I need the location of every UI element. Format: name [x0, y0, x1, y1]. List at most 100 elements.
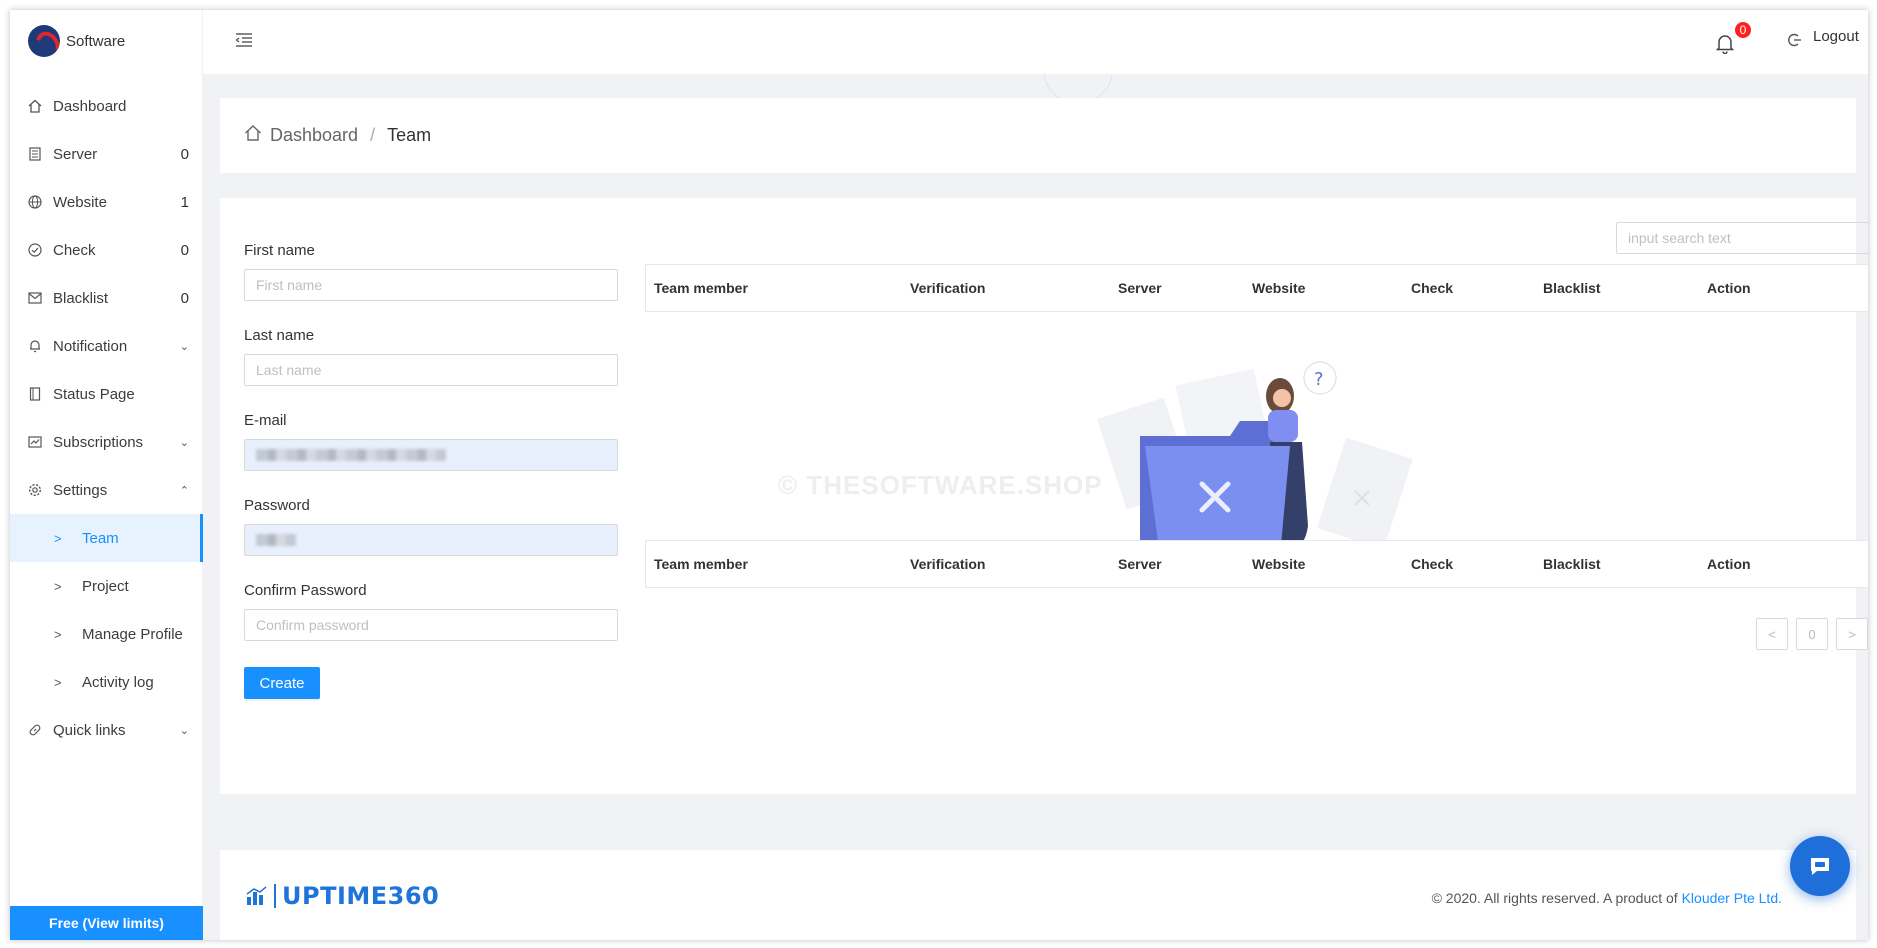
search-placeholder: input search text	[1628, 230, 1731, 246]
column-header[interactable]: Server	[1118, 556, 1162, 572]
first-name-input[interactable]: First name	[244, 269, 618, 301]
sidebar-item-count: 0	[180, 289, 189, 307]
sidebar-item-label: Settings	[53, 481, 108, 499]
sidebar-item-count: 0	[180, 145, 189, 163]
notification-count-badge: 0	[1733, 20, 1753, 40]
column-header[interactable]: Action	[1707, 280, 1751, 296]
redacted-password	[256, 534, 296, 546]
column-header[interactable]: Team member	[654, 280, 748, 296]
sidebar-subitem-activity-log[interactable]: > Activity log	[10, 658, 203, 706]
chevron-right-icon: >	[54, 578, 62, 594]
sidebar-item-label: Dashboard	[53, 97, 127, 115]
sidebar-item-settings[interactable]: Settings ⌃	[10, 466, 203, 514]
pagination-page[interactable]: 0	[1796, 618, 1828, 650]
last-name-field: Last name Last name	[244, 327, 620, 386]
chat-button[interactable]	[1790, 836, 1850, 896]
bar-chart-logo-icon	[246, 886, 267, 905]
column-header[interactable]: Check	[1411, 556, 1453, 572]
sidebar-item-label: Notification	[53, 337, 128, 355]
password-field: Password	[244, 497, 620, 556]
password-label: Password	[244, 497, 310, 514]
sidebar-item-dashboard[interactable]: Dashboard	[10, 82, 203, 130]
bell-icon	[27, 338, 43, 354]
menu-collapse-icon[interactable]	[235, 32, 253, 48]
last-name-input[interactable]: Last name	[244, 354, 618, 386]
sidebar-item-count: 1	[180, 193, 189, 211]
column-header[interactable]: Blacklist	[1543, 280, 1601, 296]
column-header[interactable]: Check	[1411, 280, 1453, 296]
confirm-password-input[interactable]: Confirm password	[244, 609, 618, 641]
link-icon	[27, 722, 43, 738]
last-name-label: Last name	[244, 327, 315, 344]
email-label: E-mail	[244, 412, 287, 429]
breadcrumb-current: Team	[387, 125, 432, 145]
watermark: © THESOFTWARE.SHOP	[778, 470, 1103, 500]
sidebar-item-server[interactable]: Server 0	[10, 130, 203, 178]
footer-logo: UPTIME360	[246, 882, 439, 910]
sidebar-menu: Dashboard Server 0 Website 1 Check 0 Bla…	[10, 82, 203, 754]
chevron-up-icon: ⌃	[179, 484, 189, 497]
chevron-right-icon: >	[54, 626, 62, 642]
add-member-form: First name First name Last name Last nam…	[244, 242, 620, 699]
company-link[interactable]: Klouder Pte Ltd.	[1682, 890, 1782, 906]
password-input[interactable]	[244, 524, 618, 556]
copyright-text: © 2020. All rights reserved. A product o…	[1431, 890, 1682, 906]
sidebar-item-status-page[interactable]: Status Page	[10, 370, 203, 418]
column-header[interactable]: Website	[1252, 556, 1305, 572]
column-header[interactable]: Verification	[910, 556, 985, 572]
chat-bubble-icon	[1811, 858, 1829, 875]
search-input[interactable]: input search text	[1616, 222, 1868, 254]
sidebar-item-label: Server	[53, 145, 98, 163]
home-icon	[244, 124, 262, 147]
sidebar-item-label: Website	[53, 193, 107, 211]
breadcrumb-separator: /	[370, 125, 376, 145]
pagination-prev-button[interactable]: <	[1756, 618, 1788, 650]
sidebar-subitem-team[interactable]: > Team	[10, 514, 203, 562]
chevron-down-icon: ⌄	[179, 436, 189, 449]
sidebar-item-count: 0	[180, 241, 189, 259]
sidebar-subitem-manage-profile[interactable]: > Manage Profile	[10, 610, 203, 658]
breadcrumb-home-link[interactable]: Dashboard	[270, 125, 358, 146]
sidebar-subitem-project[interactable]: > Project	[10, 562, 203, 610]
column-header[interactable]: Team member	[654, 556, 748, 572]
column-header[interactable]: Verification	[910, 280, 985, 296]
book-icon	[27, 386, 43, 402]
globe-icon	[27, 194, 43, 210]
email-input[interactable]	[244, 439, 618, 471]
table-footer-header: Team member Verification Server Website …	[645, 540, 1868, 588]
confirm-password-label: Confirm Password	[244, 582, 367, 599]
column-header[interactable]: Blacklist	[1543, 556, 1601, 572]
brand-name: Software	[66, 32, 126, 50]
footer-copyright: © 2020. All rights reserved. A product o…	[1432, 890, 1782, 906]
pagination-next-button[interactable]: >	[1836, 618, 1868, 650]
sidebar-item-label: Subscriptions	[53, 433, 144, 451]
free-plan-limits-button[interactable]: Free (View limits)	[10, 906, 203, 940]
sidebar-item-website[interactable]: Website 1	[10, 178, 203, 226]
sidebar-item-quick-links[interactable]: Quick links ⌄	[10, 706, 203, 754]
notification-bell-icon[interactable]	[1715, 34, 1735, 55]
sidebar: Software Dashboard Server 0 Website 1 Ch…	[10, 10, 203, 940]
confirm-password-field: Confirm Password Confirm password	[244, 582, 620, 641]
chevron-right-icon: >	[54, 530, 62, 546]
column-header[interactable]: Website	[1252, 280, 1305, 296]
chevron-down-icon: ⌄	[179, 340, 189, 353]
breadcrumb-card: Dashboard / Team	[220, 98, 1856, 173]
sidebar-subitem-label: Project	[82, 577, 129, 595]
brand[interactable]: Software	[28, 24, 125, 58]
column-header[interactable]: Server	[1118, 280, 1162, 296]
chevron-down-icon: ⌄	[179, 724, 189, 737]
sidebar-item-label: Check	[53, 241, 96, 259]
logout-link[interactable]: Logout	[1813, 28, 1859, 45]
create-button[interactable]: Create	[244, 667, 320, 699]
redacted-email	[256, 449, 446, 461]
column-header[interactable]: Action	[1707, 556, 1751, 572]
sidebar-item-blacklist[interactable]: Blacklist 0	[10, 274, 203, 322]
sidebar-item-check[interactable]: Check 0	[10, 226, 203, 274]
sidebar-item-notification[interactable]: Notification ⌄	[10, 322, 203, 370]
logout-icon[interactable]	[1787, 32, 1803, 48]
sidebar-subitem-label: Manage Profile	[82, 625, 183, 643]
sidebar-item-subscriptions[interactable]: Subscriptions ⌄	[10, 418, 203, 466]
server-icon	[27, 146, 43, 162]
first-name-field: First name First name	[244, 242, 620, 301]
sidebar-item-label: Quick links	[53, 721, 126, 739]
